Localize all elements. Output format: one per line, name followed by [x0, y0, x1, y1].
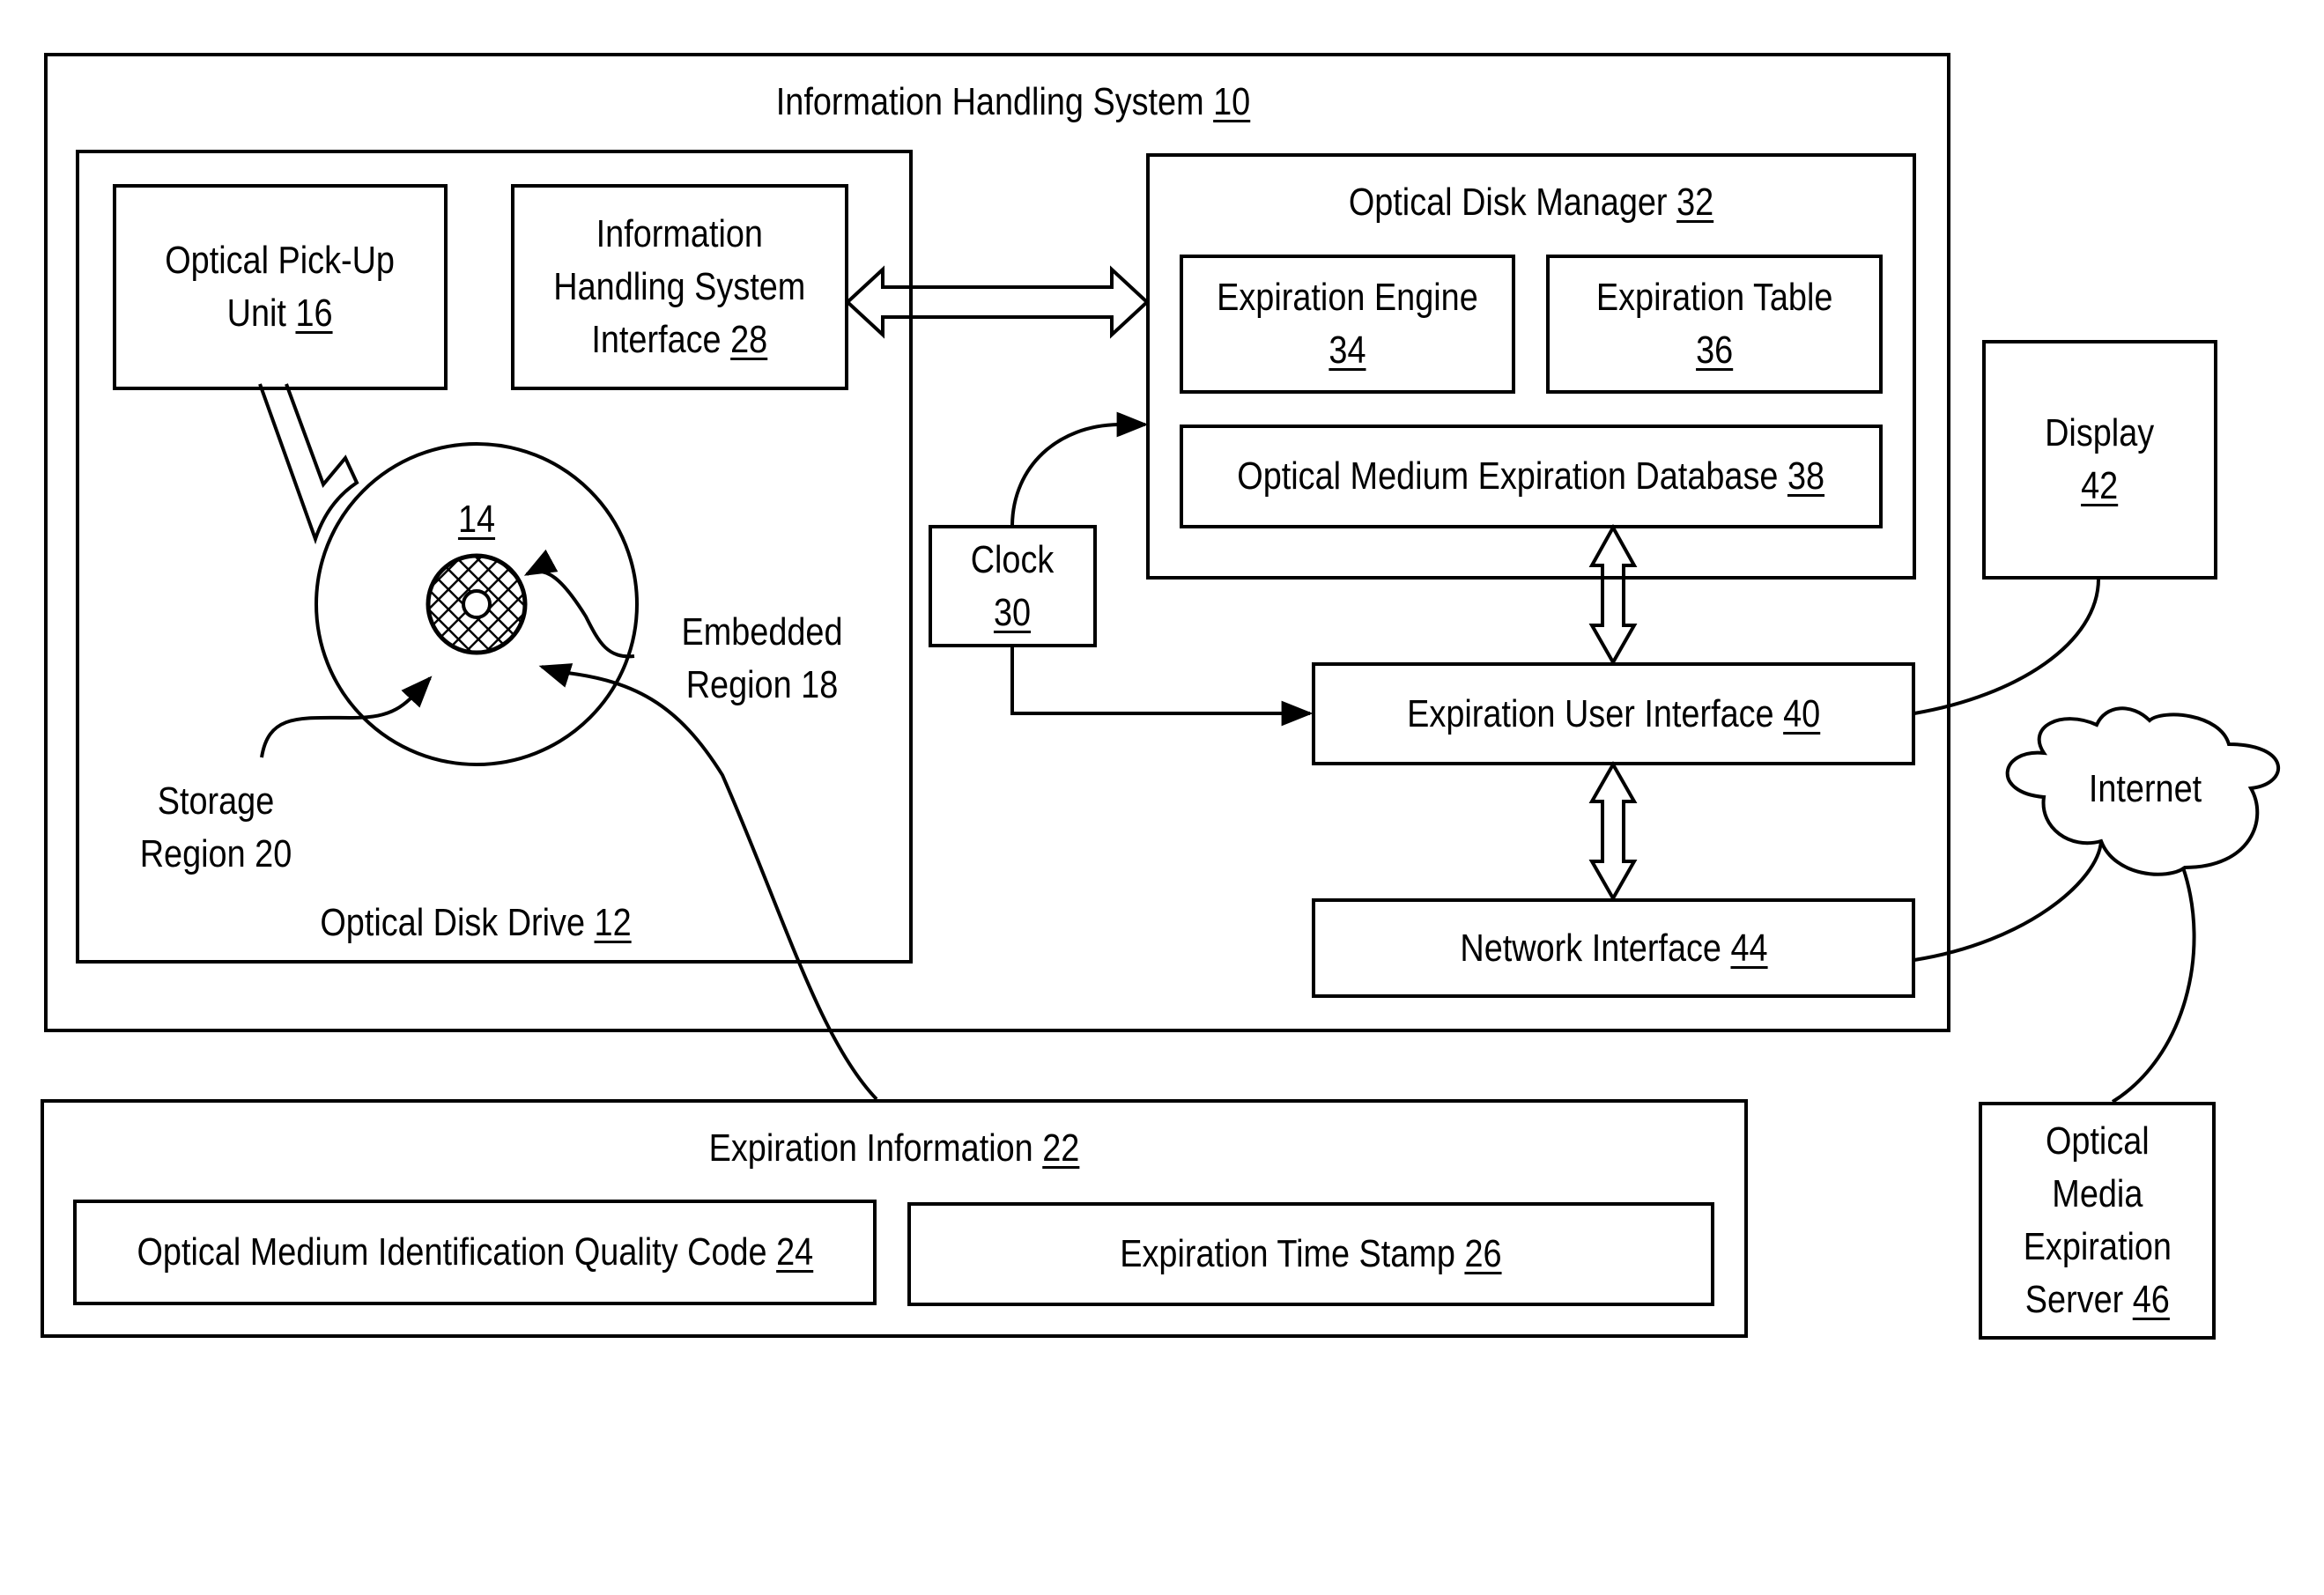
time-stamp-label: Expiration Time Stamp 26 [1120, 1232, 1502, 1275]
expiration-user-interface-label: Expiration User Interface 40 [1406, 691, 1821, 735]
expiration-database-label: Optical Medium Expiration Database 38 [1237, 454, 1825, 498]
quality-code-box: Optical Medium Identification Quality Co… [73, 1200, 877, 1305]
expiration-engine-label: Expiration Engine 34 [1217, 276, 1478, 372]
expiration-server-label: Optical Media Expiration Server 46 [2023, 1119, 2172, 1321]
clock-label: Clock 30 [971, 537, 1055, 634]
time-stamp-box: Expiration Time Stamp 26 [907, 1202, 1714, 1306]
expiration-table-label: Expiration Table 36 [1595, 276, 1833, 372]
display-box: Display 42 [1982, 340, 2217, 580]
ihs-interface-label: Information Handling System Interface 28 [553, 212, 806, 361]
network-interface-label: Network Interface 44 [1459, 926, 1768, 970]
optical-disk-drive-title: Optical Disk Drive 12 [320, 901, 632, 944]
embedded-region-label: Embedded Region 18 [681, 610, 843, 706]
internet-server-link [2111, 867, 2196, 1104]
optical-pickup-unit-box: Optical Pick-Up Unit 16 [113, 184, 448, 390]
expiration-database-box: Optical Medium Expiration Database 38 [1180, 425, 1883, 528]
optical-pickup-unit-label: Optical Pick-Up Unit 16 [165, 239, 396, 335]
ihs-interface-box: Information Handling System Interface 28 [511, 184, 848, 390]
clock-box: Clock 30 [929, 525, 1097, 647]
quality-code-label: Optical Medium Identification Quality Co… [137, 1230, 813, 1274]
information-handling-system-title: Information Handling System 10 [775, 80, 1251, 123]
optical-disk-manager-title: Optical Disk Manager 32 [1348, 181, 1714, 224]
network-interface-box: Network Interface 44 [1312, 898, 1915, 998]
expiration-user-interface-box: Expiration User Interface 40 [1312, 662, 1915, 765]
expiration-table-box: Expiration Table 36 [1546, 255, 1883, 394]
expiration-information-title: Expiration Information 22 [708, 1126, 1080, 1170]
display-label: Display 42 [2045, 411, 2155, 507]
expiration-server-box: Optical Media Expiration Server 46 [1979, 1102, 2216, 1340]
internet-label: Internet [2088, 767, 2202, 810]
optical-disk-ref: 14 [457, 498, 496, 541]
expiration-engine-box: Expiration Engine 34 [1180, 255, 1515, 394]
storage-region-label: Storage Region 20 [139, 779, 292, 875]
